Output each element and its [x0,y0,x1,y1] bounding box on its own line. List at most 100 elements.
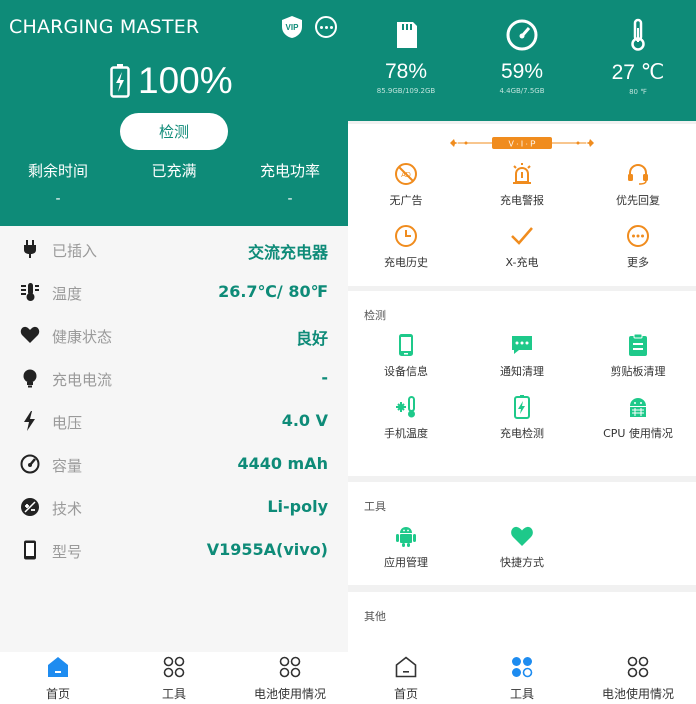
system-stats-header: 78% 85.9GB/109.2GB 59% 4.4GB/7.5GB 27 ℃ … [348,0,696,121]
detect-charging[interactable]: 充电检测 [464,395,580,441]
tools-app-management[interactable]: 应用管理 [348,524,464,570]
info-row-technology: 技术 Li-poly [0,487,348,530]
svg-text:AD: AD [401,172,411,179]
grid-label: CPU 使用情况 [603,427,673,440]
sd-card-icon [397,22,417,48]
nav-label: 工具 [509,687,534,701]
grid-label: 快捷方式 [500,556,544,569]
nav-tools[interactable]: 工具 [116,652,232,704]
android-icon [396,527,416,547]
info-row-model: 型号 V1955A(vivo) [0,530,348,573]
detect-notification-clean[interactable]: 通知清理 [464,333,580,379]
heart-icon [511,526,533,546]
headset-icon [628,163,648,185]
info-label: 技术 [52,500,83,518]
battery-charging-icon [110,64,130,98]
info-label: 已插入 [52,242,98,260]
memory-stat: 59% 4.4GB/7.5GB [464,18,580,95]
stat-label: 剩余时间 [27,162,88,180]
detect-clipboard-clean[interactable]: 剪贴板清理 [580,333,696,379]
grid-label: X-充电 [505,256,539,269]
battery-charge-icon [514,395,530,419]
info-label: 充电电流 [52,371,113,389]
thermometer-icon [21,283,39,301]
check-icon [511,227,533,245]
phone-icon [24,540,36,560]
vip-ribbon-text: V · I · P [508,140,535,149]
memory-detail: 4.4GB/7.5GB [499,87,545,95]
vip-charge-alarm[interactable]: 充电警报 [464,162,580,208]
detect-card: 检测 设备信息 通知清理 剪贴板清理 手机温度 充电检测 CPU 使用情况 [348,291,696,476]
clock-icon [395,225,417,247]
info-value: 交流充电器 [247,243,328,262]
nav-label: 首页 [393,687,418,701]
vip-priority-reply[interactable]: 优先回复 [580,162,696,208]
grid-label: 优先回复 [616,194,660,207]
detect-button[interactable]: 检测 [120,113,228,150]
android-cpu-icon [630,398,646,417]
no-ads-icon: AD [395,163,417,185]
section-title-other: 其他 [364,610,386,623]
nav-home[interactable]: 首页 [0,652,116,704]
info-label: 温度 [52,285,83,303]
info-label: 型号 [52,543,83,561]
nav-home[interactable]: 首页 [348,652,464,704]
vip-card: V · I · P AD 无广告 充电警报 优先回复 充电历史 X-充电 更多 [348,124,696,286]
message-icon [512,336,532,354]
temperature-value: 27 ℃ [611,61,665,84]
detect-phone-temperature[interactable]: 手机温度 [348,395,464,441]
alarm-icon [513,163,531,184]
grid-label: 设备信息 [384,365,428,378]
gauge-icon [20,454,40,474]
info-row-plugged: 已插入 交流充电器 [0,229,348,272]
memory-percent: 59% [500,60,544,83]
stat-value: - [287,191,293,207]
snow-thermo-icon [396,396,415,418]
clipboard-icon [629,333,647,356]
vip-ribbon: V · I · P [450,137,594,149]
grid-label: 通知清理 [500,365,544,378]
section-title-tools: 工具 [364,500,386,513]
battery-header: CHARGING MASTER VIP 100% 检测 剩余时间 - 已充满 充… [0,0,348,226]
grid-label: 剪贴板清理 [610,365,666,378]
vip-more[interactable]: 更多 [580,224,696,270]
nav-battery-usage[interactable]: 电池使用情况 [580,652,696,704]
vip-x-charge[interactable]: X-充电 [464,224,580,270]
info-row-voltage: 电压 4.0 V [0,401,348,444]
detect-device-info[interactable]: 设备信息 [348,333,464,379]
home-icon [48,657,68,677]
info-label: 电压 [52,414,83,432]
other-card: 其他 [348,592,696,652]
plug-icon [24,240,36,258]
info-value: Li-poly [267,497,328,516]
grid-label: 充电警报 [500,194,544,207]
tools-shortcuts[interactable]: 快捷方式 [464,524,580,570]
bulb-icon [23,369,37,388]
info-label: 健康状态 [52,328,113,346]
nav-label: 电池使用情况 [601,687,674,701]
vip-badge-text: VIP [286,23,300,32]
vip-charge-history[interactable]: 充电历史 [348,224,464,270]
vip-shield-icon[interactable]: VIP [281,15,303,39]
grid-icon [627,656,649,678]
bottom-nav: 首页 工具 电池使用情况 [348,652,696,704]
vip-no-ads[interactable]: AD 无广告 [348,162,464,208]
battery-percent: 100% [138,60,233,101]
heart-icon [20,326,40,343]
nav-battery-usage[interactable]: 电池使用情况 [232,652,348,704]
grid-icon [512,657,533,678]
nav-label: 电池使用情况 [253,687,326,701]
grid-label: 无广告 [389,194,423,207]
nav-tools[interactable]: 工具 [464,652,580,704]
phone-icon [399,334,413,356]
fully-charged-stat: 已充满 [116,160,232,191]
info-value: - [321,368,328,387]
grid-icon [279,656,301,678]
detect-cpu-usage[interactable]: CPU 使用情况 [580,395,696,441]
more-options-icon[interactable] [315,16,337,38]
info-row-temperature: 温度 26.7℃/ 80℉ [0,272,348,315]
grid-label: 充电历史 [384,256,428,269]
info-row-current: 充电电流 - [0,358,348,401]
grid-icon [163,656,185,678]
storage-percent: 78% [384,60,428,83]
